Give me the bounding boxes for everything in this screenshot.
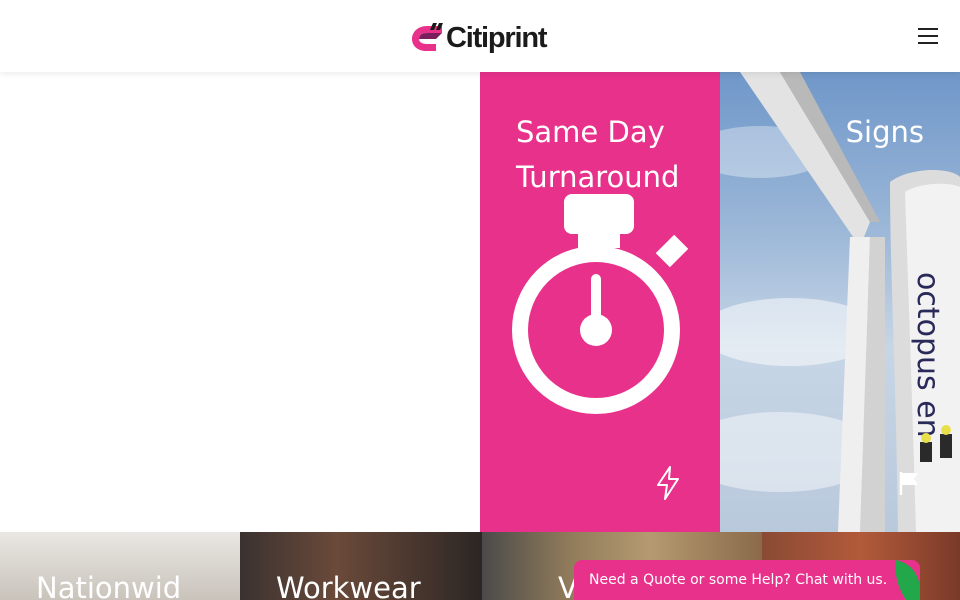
brand-name: Citiprint [446, 21, 548, 54]
tile-signs[interactable]: octopus en Signs [720, 72, 960, 532]
logo-mark-icon [412, 23, 443, 51]
menu-bar [918, 42, 938, 44]
tile-title: Nationwid [36, 571, 182, 600]
wind-turbine-photo: octopus en [720, 72, 960, 532]
svg-text:octopus en: octopus en [910, 272, 945, 438]
tile-title: Same Day Turnaround [516, 115, 680, 194]
menu-bar [918, 35, 938, 37]
tile-title: Signs [845, 115, 924, 149]
flag-icon [899, 472, 918, 495]
hamburger-menu-icon[interactable] [918, 28, 942, 46]
hero-empty-panel [0, 72, 480, 532]
chat-label: Need a Quote or some Help? Chat with us. [589, 572, 888, 588]
tile-workwear[interactable]: Workwear [240, 532, 482, 600]
leaf-icon [895, 560, 920, 600]
citiprint-logo[interactable]: Citiprint [410, 20, 548, 56]
stopwatch-icon [512, 194, 689, 414]
tile-nationwide[interactable]: Nationwid [0, 532, 240, 600]
tile-same-day-turnaround[interactable]: Same Day Turnaround [480, 72, 720, 532]
chat-widget-bar[interactable]: Need a Quote or some Help? Chat with us. [574, 560, 920, 600]
menu-bar [918, 28, 938, 30]
site-header: Citiprint [0, 0, 960, 72]
tile-title: Workwear [276, 571, 421, 600]
lightning-bolt-icon [657, 466, 679, 500]
page: Citiprint Same Day Turnaround octopus en… [0, 0, 960, 600]
